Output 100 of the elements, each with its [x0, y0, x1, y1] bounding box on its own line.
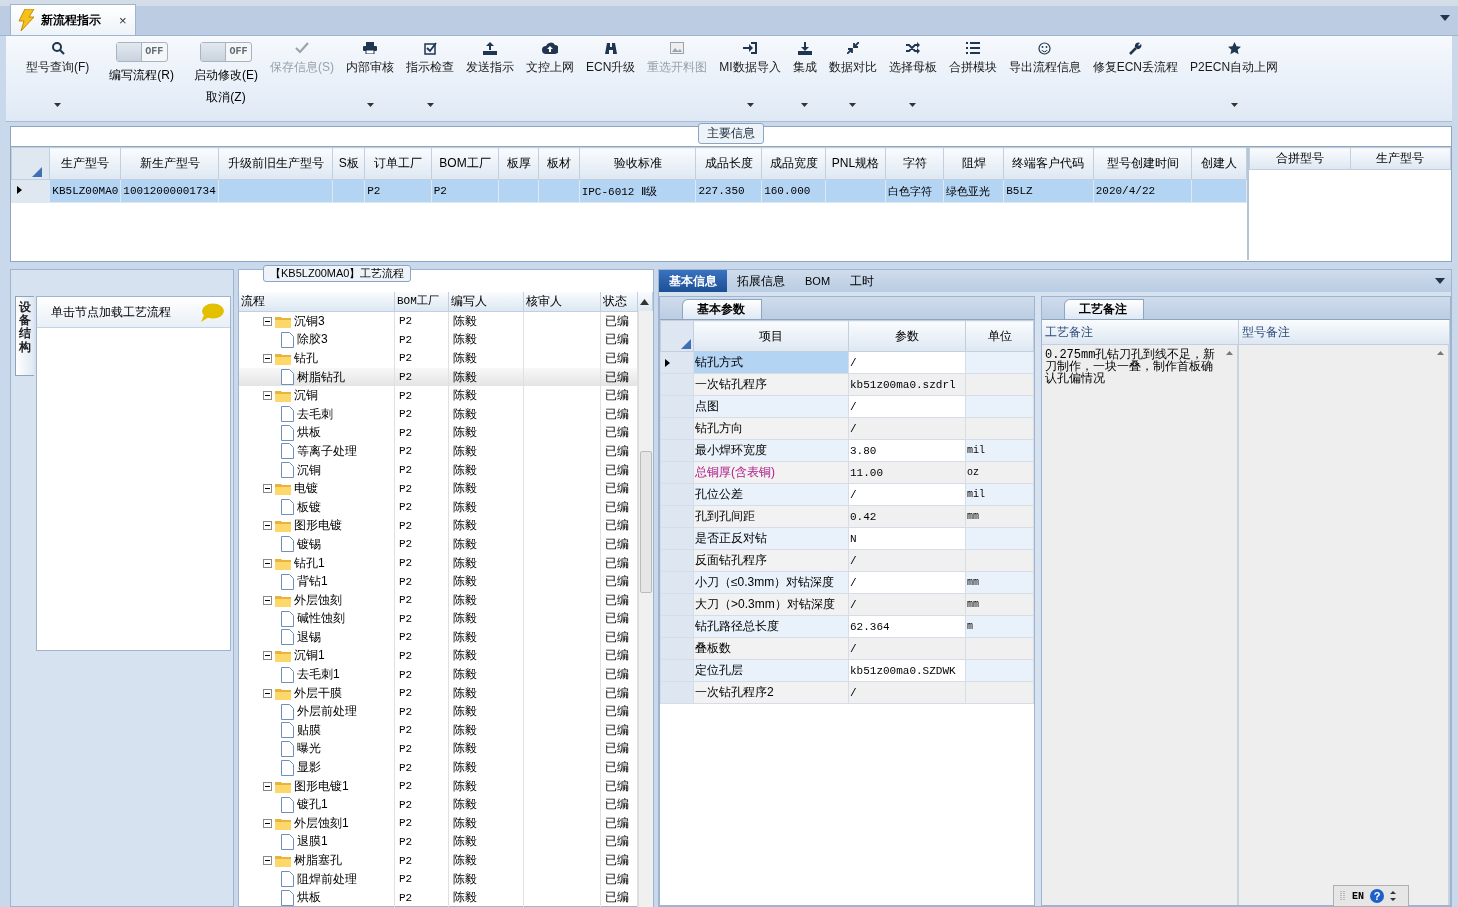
column-header[interactable]: 合拼型号	[1249, 147, 1350, 170]
collapse-icon[interactable]	[263, 688, 272, 698]
help-button[interactable]: ?	[1370, 889, 1384, 903]
tab[interactable]: BOM	[795, 270, 841, 292]
column-header[interactable]: 编写人	[449, 292, 524, 311]
tree-row[interactable]: 外层前处理 P2 陈毅 已编	[239, 702, 638, 722]
language-indicator[interactable]: EN	[1352, 890, 1364, 902]
column-header[interactable]: 流程	[239, 292, 395, 311]
tree-row[interactable]: 钻孔1 P2 陈毅 已编	[239, 553, 638, 573]
tree-row[interactable]: 烘板 P2 陈毅 已编	[239, 423, 638, 443]
column-header[interactable]: 参数	[848, 320, 966, 352]
toolbar-button[interactable]: ECN升级	[580, 40, 642, 112]
document-tab[interactable]: 新流程指示 ×	[10, 4, 136, 35]
collapse-icon[interactable]	[263, 391, 272, 401]
column-header[interactable]: 生产型号	[49, 147, 121, 180]
tree-row[interactable]: 背钻1 P2 陈毅 已编	[239, 572, 638, 591]
collapse-icon[interactable]	[263, 781, 272, 791]
toolbar-button[interactable]: 合拼模块	[942, 40, 1003, 112]
tree-row[interactable]: 沉铜 P2 陈毅 已编	[239, 386, 638, 405]
select-all-corner[interactable]	[11, 147, 50, 180]
tree-row[interactable]: 退锡 P2 陈毅 已编	[239, 628, 638, 647]
column-header[interactable]: 生产型号	[1350, 147, 1451, 170]
tree-row[interactable]: 去毛刺1 P2 陈毅 已编	[239, 665, 638, 684]
scroll-up-icon[interactable]	[640, 299, 649, 305]
toolbar-button[interactable]: 型号查询(F)	[20, 40, 96, 112]
tab[interactable]: 基本信息	[659, 270, 727, 292]
column-header[interactable]: 成品长度	[695, 147, 762, 180]
tree-row[interactable]: 退膜1 P2 陈毅 已编	[239, 832, 638, 852]
tree-row[interactable]: 钻孔 P2 陈毅 已编	[239, 349, 638, 368]
grip-icon[interactable]	[1340, 890, 1346, 902]
tree-row[interactable]: 显影 P2 陈毅 已编	[239, 758, 638, 777]
column-header[interactable]: 板厚	[498, 147, 539, 180]
toolbar-button[interactable]: MI数据导入	[713, 40, 787, 112]
toolbar-button[interactable]: P2ECN自动上网	[1184, 40, 1285, 112]
tree-row[interactable]: 外层蚀刻1 P2 陈毅 已编	[239, 814, 638, 833]
tree-row[interactable]: 树脂塞孔 P2 陈毅 已编	[239, 851, 638, 870]
tree-row[interactable]: 沉铜 P2 陈毅 已编	[239, 460, 638, 480]
column-header[interactable]: 验收标准	[579, 147, 696, 180]
toolbar-button[interactable]: 导出流程信息	[1002, 40, 1087, 112]
tree-row[interactable]: 镀锡 P2 陈毅 已编	[239, 535, 638, 554]
table-row[interactable]: KB5LZ00MA0 10012000001734 P2 P2 IPC-6012 Ⅱ级 227.350 160.000 白色字符 绿色亚光 B5LZ 2020/4/22	[11, 179, 1247, 203]
column-header[interactable]: 状态	[601, 292, 638, 311]
tree-row[interactable]: 等离子处理 P2 陈毅 已编	[239, 442, 638, 461]
column-header[interactable]: 成品宽度	[761, 147, 826, 180]
collapse-icon[interactable]	[263, 651, 272, 661]
side-tab[interactable]: 设备结构	[15, 296, 34, 376]
scrollbar[interactable]	[638, 311, 653, 907]
tree-row[interactable]: 树脂钻孔 P2 陈毅 已编	[239, 367, 638, 387]
toolbar-button[interactable]: 内部审核	[340, 40, 400, 112]
tree-row[interactable]: 烘板 P2 陈毅 已编	[239, 888, 638, 907]
collapse-icon[interactable]	[263, 595, 272, 605]
toggle-switch[interactable]: OFF	[115, 42, 168, 62]
tree-row[interactable]: 图形电镀 P2 陈毅 已编	[239, 516, 638, 536]
column-header[interactable]: 升级前旧生产型号	[218, 147, 333, 180]
tree-row[interactable]: 板镀 P2 陈毅 已编	[239, 497, 638, 517]
column-header[interactable]: 板材	[538, 147, 580, 180]
column-header[interactable]: 创建人	[1191, 147, 1247, 180]
close-button[interactable]: ×	[119, 12, 127, 28]
tree-row[interactable]: 外层干膜 P2 陈毅 已编	[239, 683, 638, 703]
sub-tab[interactable]: 基本参数	[682, 299, 762, 319]
toolbar-button[interactable]: 选择母板	[882, 40, 943, 112]
collapse-icon[interactable]	[263, 484, 272, 494]
tree-row[interactable]: 碱性蚀刻 P2 陈毅 已编	[239, 609, 638, 629]
tree-row[interactable]: 外层蚀刻 P2 陈毅 已编	[239, 590, 638, 610]
collapse-icon[interactable]	[263, 856, 272, 865]
column-header[interactable]: 字符	[885, 147, 944, 180]
toolbar-button[interactable]: 修复ECN丢流程	[1086, 40, 1185, 112]
column-header[interactable]: BOM工厂	[431, 147, 499, 180]
column-header[interactable]: 终端客户代码	[1003, 147, 1094, 180]
toolbar-button[interactable]: 发送指示	[460, 40, 520, 112]
tab[interactable]: 拓展信息	[727, 270, 795, 292]
tree-row[interactable]: 去毛刺 P2 陈毅 已编	[239, 404, 638, 424]
column-header[interactable]: 型号创建时间	[1093, 147, 1192, 180]
sub-tab[interactable]: 工艺备注	[1064, 299, 1144, 319]
collapse-icon[interactable]	[263, 558, 272, 568]
row-header[interactable]	[660, 351, 694, 374]
column-header[interactable]: 单位	[965, 320, 1034, 352]
column-header[interactable]: 订单工厂	[364, 147, 432, 180]
collapse-icon[interactable]	[263, 521, 272, 531]
scroll-arrows-icon[interactable]	[1390, 890, 1396, 902]
tree-row[interactable]: 沉铜3 P2 陈毅 已编	[239, 312, 638, 331]
tree-row[interactable]: 电镀 P2 陈毅 已编	[239, 479, 638, 498]
toolbar-button[interactable]: 数据对比	[822, 40, 883, 112]
tree-row[interactable]: 曝光 P2 陈毅 已编	[239, 739, 638, 759]
select-all-corner[interactable]	[660, 320, 694, 352]
tree-row[interactable]: 阻焊前处理 P2 陈毅 已编	[239, 869, 638, 889]
column-header[interactable]: 核审人	[524, 292, 601, 311]
column-header[interactable]: BOM工厂	[395, 292, 449, 311]
column-header[interactable]: PNL规格	[825, 147, 886, 180]
tab[interactable]: 工时	[840, 270, 885, 292]
tree-row[interactable]: 图形电镀1 P2 陈毅 已编	[239, 776, 638, 796]
column-header[interactable]: 工艺备注	[1042, 320, 1239, 344]
toggle-switch[interactable]: OFF	[200, 42, 252, 62]
toolbar-button[interactable]: 集成	[786, 40, 823, 112]
tree-row[interactable]: 沉铜1 P2 陈毅 已编	[239, 646, 638, 666]
column-header[interactable]: 新生产型号	[120, 147, 219, 180]
column-header[interactable]: 型号备注	[1239, 320, 1450, 344]
dropdown-icon[interactable]	[1435, 278, 1445, 284]
column-header[interactable]: 项目	[693, 320, 849, 352]
toolbar-button[interactable]: 指示检查	[400, 40, 460, 112]
